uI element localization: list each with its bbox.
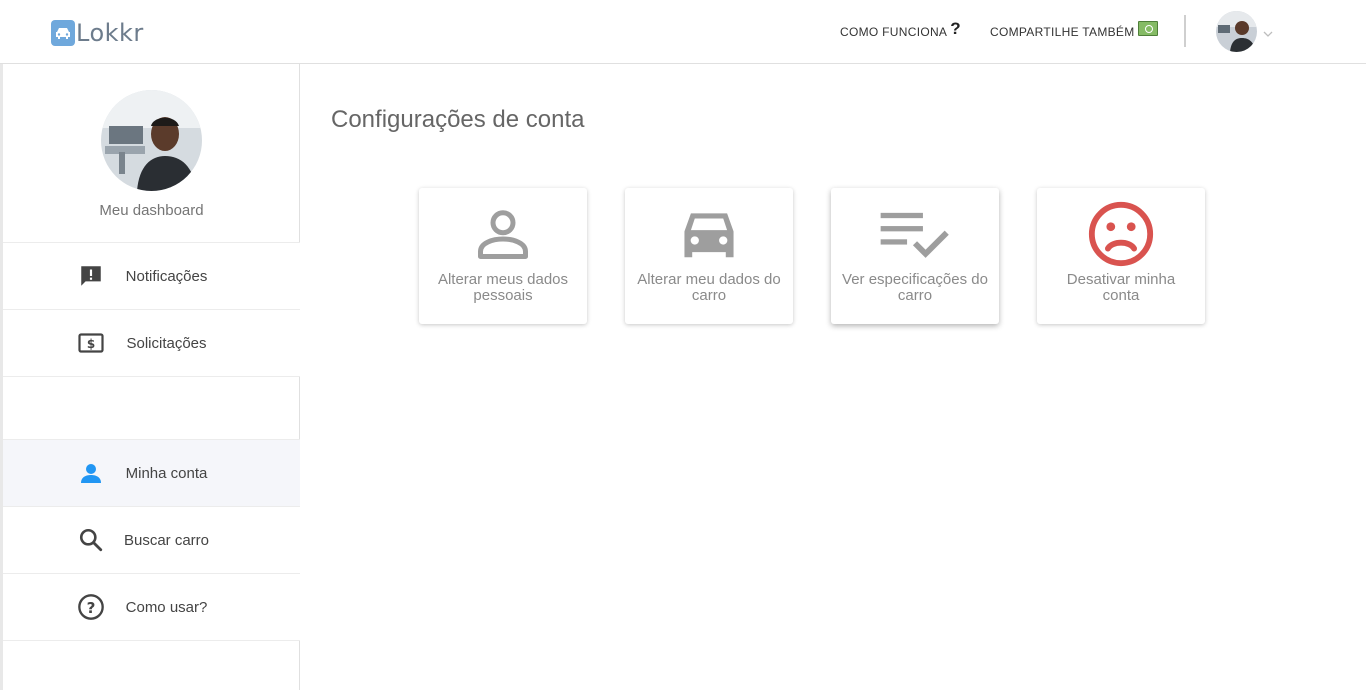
sidebar-item-label: Como usar? bbox=[125, 598, 208, 616]
my-dashboard-link[interactable]: Meu dashboard bbox=[3, 202, 300, 219]
sidebar-item-how-to-use[interactable]: ? Como usar? bbox=[3, 573, 300, 640]
sidebar-item-requests[interactable]: $ Solicitações bbox=[3, 309, 300, 376]
card-edit-car-data[interactable]: Alterar meu dados do carro bbox=[625, 188, 793, 324]
sidebar-item-label: Solicitações bbox=[126, 334, 207, 352]
chevron-down-icon[interactable] bbox=[1262, 25, 1274, 43]
sidebar-item-search-car[interactable]: Buscar carro bbox=[3, 506, 300, 573]
sidebar-item-notifications[interactable]: Notificações bbox=[3, 242, 300, 309]
nav-how-it-works[interactable]: COMO FUNCIONA ? bbox=[840, 18, 961, 46]
card-edit-personal-data[interactable]: Alterar meus dados pessoais bbox=[419, 188, 587, 324]
car-icon bbox=[625, 196, 793, 272]
card-label: Alterar meu dados do carro bbox=[637, 271, 781, 304]
profile-avatar bbox=[101, 90, 202, 191]
nav-share-too[interactable]: COMPARTILHE TAMBÉM bbox=[990, 18, 1158, 46]
money-bill-icon bbox=[1137, 20, 1158, 36]
card-view-car-specs[interactable]: Ver especificações do carro bbox=[831, 188, 999, 324]
question-mark-icon: ? bbox=[950, 19, 961, 38]
car-logo-icon bbox=[51, 20, 75, 46]
sidebar-divider bbox=[3, 376, 300, 377]
card-deactivate-account[interactable]: Desativar minha conta bbox=[1037, 188, 1205, 324]
logo-text: Lokkr bbox=[76, 19, 144, 47]
sidebar-item-label: Minha conta bbox=[125, 464, 208, 482]
nav-how-label: COMO FUNCIONA bbox=[840, 25, 948, 39]
top-header: Lokkr COMO FUNCIONA ? COMPARTILHE TAMBÉM bbox=[0, 0, 1366, 64]
sidebar-item-label: Notificações bbox=[125, 267, 208, 285]
header-divider bbox=[1184, 15, 1186, 47]
sad-face-icon bbox=[1037, 196, 1205, 272]
card-label: Desativar minha conta bbox=[1066, 271, 1176, 304]
logo[interactable]: Lokkr bbox=[51, 20, 144, 46]
sidebar-item-my-account[interactable]: Minha conta bbox=[3, 439, 300, 506]
sidebar-divider bbox=[3, 640, 300, 641]
header-avatar[interactable] bbox=[1216, 11, 1257, 52]
checklist-icon bbox=[831, 196, 999, 272]
sidebar-item-label: Buscar carro bbox=[123, 531, 210, 549]
sidebar: Meu dashboard Notificações $ Solicitaçõe… bbox=[0, 64, 300, 690]
person-icon bbox=[419, 196, 587, 272]
page-title: Configurações de conta bbox=[331, 106, 585, 133]
nav-share-label: COMPARTILHE TAMBÉM bbox=[990, 25, 1135, 39]
card-label: Ver especificações do carro bbox=[842, 271, 988, 304]
card-label: Alterar meus dados pessoais bbox=[437, 271, 569, 304]
